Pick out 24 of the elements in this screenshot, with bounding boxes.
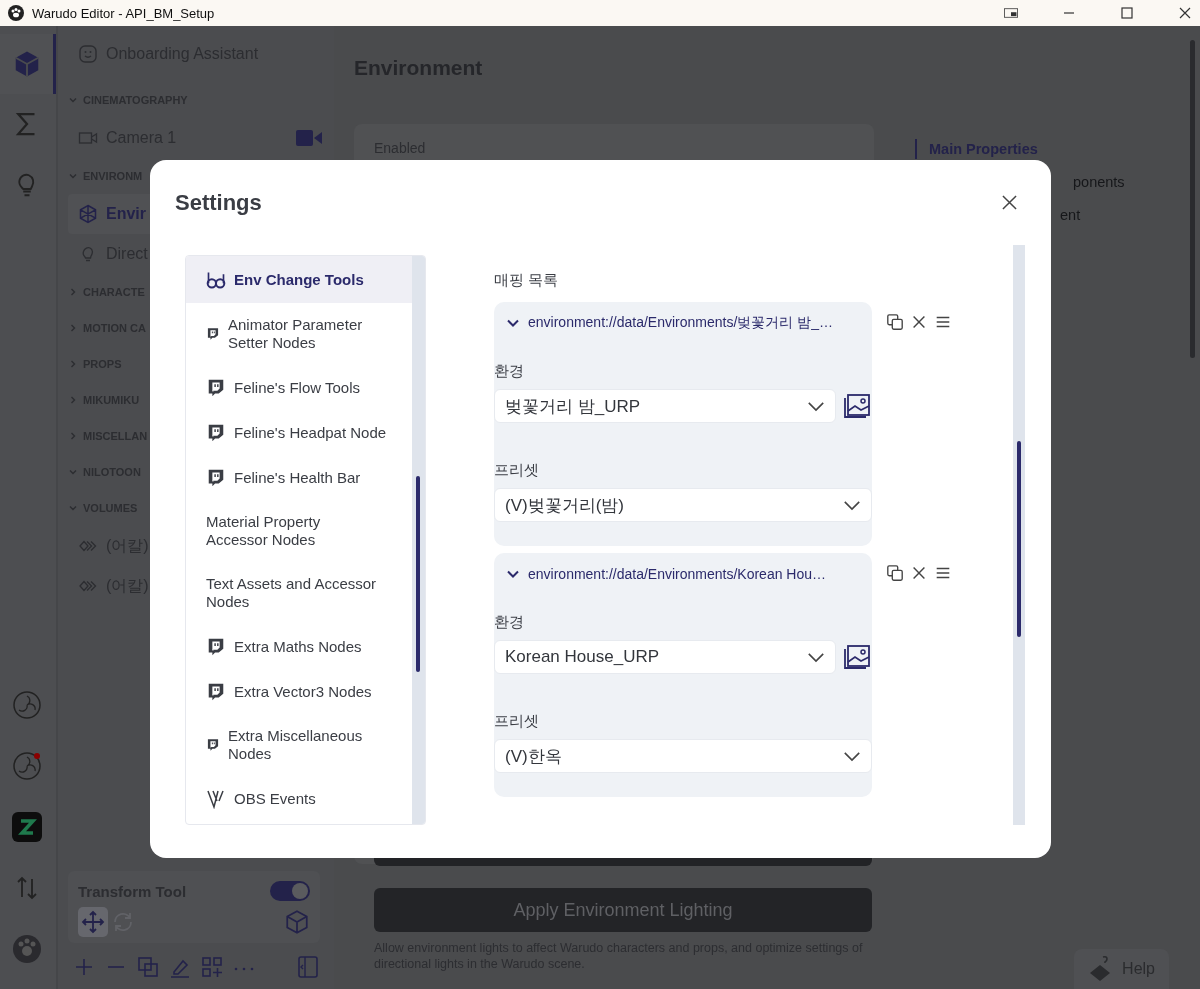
category-label: Feline's Flow Tools [234,377,360,398]
dropdown-value: Korean House_URP [505,647,661,667]
category-label: Feline's Headpat Node [234,422,387,443]
mapping-path: environment://data/Environments/벚꽃거리 밤_… [528,314,833,332]
section-label: 매핑 목록 [494,271,560,290]
window-title: Warudo Editor - API_BM_Setup [32,5,215,21]
field-label: 프리셋 [494,712,540,731]
field-label: 프리셋 [494,461,540,480]
dropdown-value: (V)한옥 [505,745,563,768]
mapping-path: environment://data/Environments/Korean Hou… [528,566,827,582]
category-label: Text Assets and Accessor Nodes [206,574,378,612]
field-label: 환경 [494,362,525,381]
dropdown-value: (V)벚꽃거리(밤) [505,494,625,517]
category-label: Extra Vector3 Nodes [234,681,372,702]
category-label: Material Property Accessor Nodes [206,512,322,550]
dialog-title: Settings [175,189,263,216]
category-label: Animator Parameter Setter Nodes [228,315,364,353]
category-label: Extra Miscellaneous Nodes [228,726,364,764]
category-label: Feline's Health Bar [234,467,361,488]
category-label: Extra Maths Nodes [234,636,362,657]
category-label: OBS Events [234,788,316,809]
category-label: Env Change Tools [234,269,364,290]
field-label: 환경 [494,613,525,632]
dropdown-value: 벚꽃거리 밤_URP [505,395,642,418]
